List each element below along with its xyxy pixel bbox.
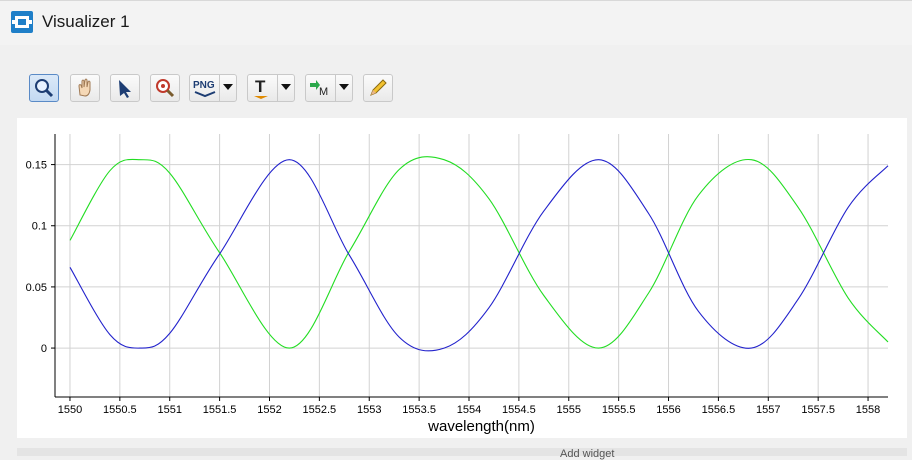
x-tick-label: 1550.5: [103, 404, 137, 416]
marker-glyph: M: [319, 86, 328, 98]
y-tick-label: 0.1: [32, 221, 47, 233]
png-label: PNG: [193, 80, 215, 91]
pan-tool-button[interactable]: [70, 74, 100, 102]
y-tick-label: 0.15: [26, 160, 47, 172]
edit-tool-button[interactable]: [363, 74, 393, 102]
zoom-tool-button[interactable]: [29, 74, 59, 102]
add-widget-label: Add widget: [560, 448, 615, 460]
x-tick-label: 1551.5: [203, 404, 237, 416]
marker-icon: M: [310, 80, 328, 98]
arrow-cursor-icon: [119, 80, 131, 98]
x-tick-label: 1554.5: [502, 404, 536, 416]
series-line-2: [69, 159, 889, 352]
plot-panel[interactable]: 1550 1550.5 1551 1551.5 1552 1552.5 1553 1553.5…: [17, 118, 907, 438]
x-tick-label: 1558: [856, 404, 880, 416]
x-tick-label: 1550: [58, 404, 82, 416]
x-tick-label: 1555.5: [602, 404, 636, 416]
chevron-down-icon: [339, 84, 349, 90]
y-tick-label: 0.05: [26, 282, 47, 294]
magnifier-target-icon: [156, 79, 175, 98]
select-tool-button[interactable]: [110, 74, 140, 102]
x-tick-label: 1553: [357, 404, 381, 416]
export-png-button[interactable]: PNG: [189, 74, 237, 102]
x-tick-label: 1555: [557, 404, 581, 416]
x-tick-label: 1553.5: [402, 404, 436, 416]
x-tick-label: 1556.5: [702, 404, 736, 416]
wavelength-chart[interactable]: 1550 1550.5 1551 1551.5 1552 1552.5 1553 1553.5…: [17, 118, 907, 438]
zoom-reset-tool-button[interactable]: [150, 74, 180, 102]
x-tick-label: 1557.5: [801, 404, 835, 416]
x-tick-label: 1552.5: [303, 404, 337, 416]
png-icon: PNG: [193, 80, 216, 98]
text-t-icon: T: [254, 77, 268, 99]
chevron-down-icon: [281, 84, 291, 90]
window-title: Visualizer 1: [42, 12, 130, 31]
text-tool-button[interactable]: T: [247, 74, 295, 102]
x-tick-label: 1556: [656, 404, 680, 416]
series-line-1: [69, 156, 889, 349]
text-tool-dropdown[interactable]: [277, 75, 294, 101]
hand-icon: [78, 78, 91, 97]
plot-toolbar: PNG T M: [0, 66, 912, 110]
y-tick-label: 0: [41, 343, 47, 355]
x-tick-label: 1557: [756, 404, 780, 416]
chevron-down-icon: [223, 84, 233, 90]
bottom-panel-strip: [17, 448, 907, 456]
visualizer-app-icon: [11, 11, 33, 33]
x-tick-label: 1554: [457, 404, 481, 416]
x-tick-label: 1552: [257, 404, 281, 416]
text-tool-glyph: T: [255, 77, 266, 96]
export-png-dropdown[interactable]: [219, 75, 236, 101]
marker-tool-button[interactable]: M: [305, 74, 353, 102]
title-bar: Visualizer 1: [0, 0, 912, 45]
x-tick-label: 1551: [157, 404, 181, 416]
marker-tool-dropdown[interactable]: [335, 75, 352, 101]
magnifier-icon: [35, 79, 54, 98]
x-axis-title: wavelength(nm): [427, 418, 535, 435]
pencil-icon: [370, 79, 387, 96]
